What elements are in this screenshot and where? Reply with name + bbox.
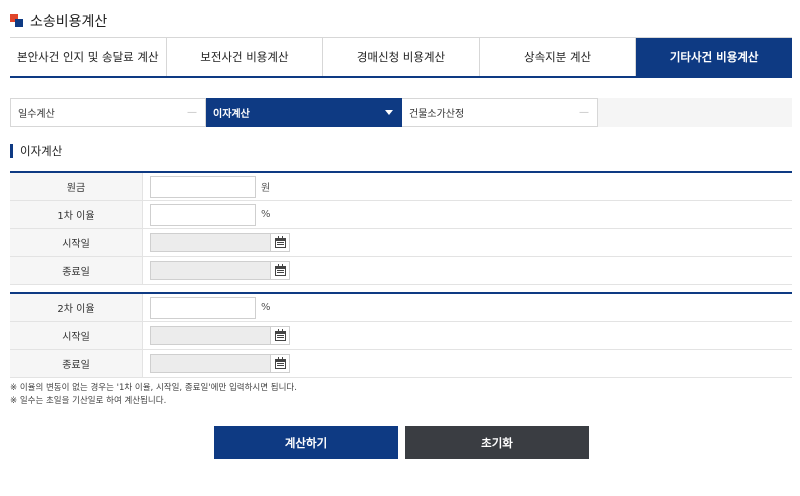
tab-other-case[interactable]: 기타사건 비용계산 bbox=[635, 38, 792, 76]
form-row-start2: 시작일 bbox=[10, 322, 792, 350]
interest-form-secondary: 2차 이율 % 시작일 종료일 bbox=[10, 292, 792, 378]
calendar-icon bbox=[274, 356, 286, 369]
subtab-label: 일수계산 bbox=[18, 109, 55, 120]
note-rate-unchanged: ※ 이율의 변동이 없는 경우는 '1차 이율, 시작일, 종료일'에만 입력하… bbox=[10, 383, 297, 393]
label-rate2: 2차 이율 bbox=[10, 294, 143, 321]
main-tabs: 본안사건 인지 및 송달료 계산 보전사건 비용계산 경매신청 비용계산 상속지… bbox=[10, 37, 792, 78]
interest-form-primary: 원금 원 1차 이율 % 시작일 종료일 bbox=[10, 171, 792, 285]
cell-start2 bbox=[143, 322, 792, 349]
cell-rate1: % bbox=[143, 201, 792, 228]
page-title: 소송비용계산 bbox=[30, 14, 108, 30]
logo-mark-icon bbox=[10, 14, 24, 28]
sub-tabs: 일수계산 — 이자계산 건물소가산정 — bbox=[10, 98, 792, 127]
subtab-label: 건물소가산정 bbox=[409, 109, 465, 120]
form-row-end1: 종료일 bbox=[10, 257, 792, 285]
tab-inheritance-share[interactable]: 상속지분 계산 bbox=[478, 38, 636, 76]
start2-calendar-button[interactable] bbox=[271, 326, 290, 345]
cell-principal: 원 bbox=[143, 173, 792, 200]
subtab-interest-calc[interactable]: 이자계산 bbox=[206, 98, 402, 127]
minus-icon: — bbox=[579, 107, 589, 118]
form-row-principal: 원금 원 bbox=[10, 173, 792, 201]
start1-date-input[interactable] bbox=[150, 233, 271, 252]
minus-icon: — bbox=[187, 107, 197, 118]
form-row-start1: 시작일 bbox=[10, 229, 792, 257]
reset-button[interactable]: 초기화 bbox=[405, 426, 589, 459]
label-end1: 종료일 bbox=[10, 257, 143, 284]
cell-end2 bbox=[143, 350, 792, 377]
rate1-input[interactable] bbox=[150, 203, 256, 226]
calendar-icon bbox=[274, 328, 286, 341]
unit-percent: % bbox=[261, 209, 271, 220]
section-title: 이자계산 bbox=[10, 144, 62, 158]
end2-calendar-button[interactable] bbox=[271, 354, 290, 373]
calendar-icon bbox=[274, 235, 286, 248]
label-end2: 종료일 bbox=[10, 350, 143, 377]
page-header: 소송비용계산 bbox=[10, 10, 107, 32]
subtab-building-value[interactable]: 건물소가산정 — bbox=[402, 98, 598, 127]
tab-preservation-case[interactable]: 보전사건 비용계산 bbox=[165, 38, 323, 76]
form-row-rate2: 2차 이율 % bbox=[10, 294, 792, 322]
subtab-day-count[interactable]: 일수계산 — bbox=[10, 98, 206, 127]
principal-input[interactable] bbox=[150, 175, 256, 198]
tab-auction-application[interactable]: 경매신청 비용계산 bbox=[322, 38, 479, 76]
label-start1: 시작일 bbox=[10, 229, 143, 256]
rate2-input[interactable] bbox=[150, 296, 256, 319]
label-principal: 원금 bbox=[10, 173, 143, 200]
unit-percent: % bbox=[261, 302, 271, 313]
end2-date-input[interactable] bbox=[150, 354, 271, 373]
tab-main-case-fee[interactable]: 본안사건 인지 및 송달료 계산 bbox=[10, 38, 166, 76]
note-day-count: ※ 일수는 초일을 기산일로 하여 계산됩니다. bbox=[10, 396, 167, 406]
subtab-label: 이자계산 bbox=[213, 109, 250, 120]
triangle-down-icon bbox=[385, 110, 393, 115]
help-notes: ※ 이율의 변동이 없는 경우는 '1차 이율, 시작일, 종료일'에만 입력하… bbox=[10, 382, 297, 408]
cell-end1 bbox=[143, 257, 792, 284]
label-start2: 시작일 bbox=[10, 322, 143, 349]
label-rate1: 1차 이율 bbox=[10, 201, 143, 228]
form-row-rate1: 1차 이율 % bbox=[10, 201, 792, 229]
cell-start1 bbox=[143, 229, 792, 256]
cell-rate2: % bbox=[143, 294, 792, 321]
end1-date-input[interactable] bbox=[150, 261, 271, 280]
calendar-icon bbox=[274, 263, 286, 276]
calculate-button[interactable]: 계산하기 bbox=[214, 426, 398, 459]
form-row-end2: 종료일 bbox=[10, 350, 792, 378]
start2-date-input[interactable] bbox=[150, 326, 271, 345]
start1-calendar-button[interactable] bbox=[271, 233, 290, 252]
end1-calendar-button[interactable] bbox=[271, 261, 290, 280]
unit-won: 원 bbox=[261, 183, 271, 194]
